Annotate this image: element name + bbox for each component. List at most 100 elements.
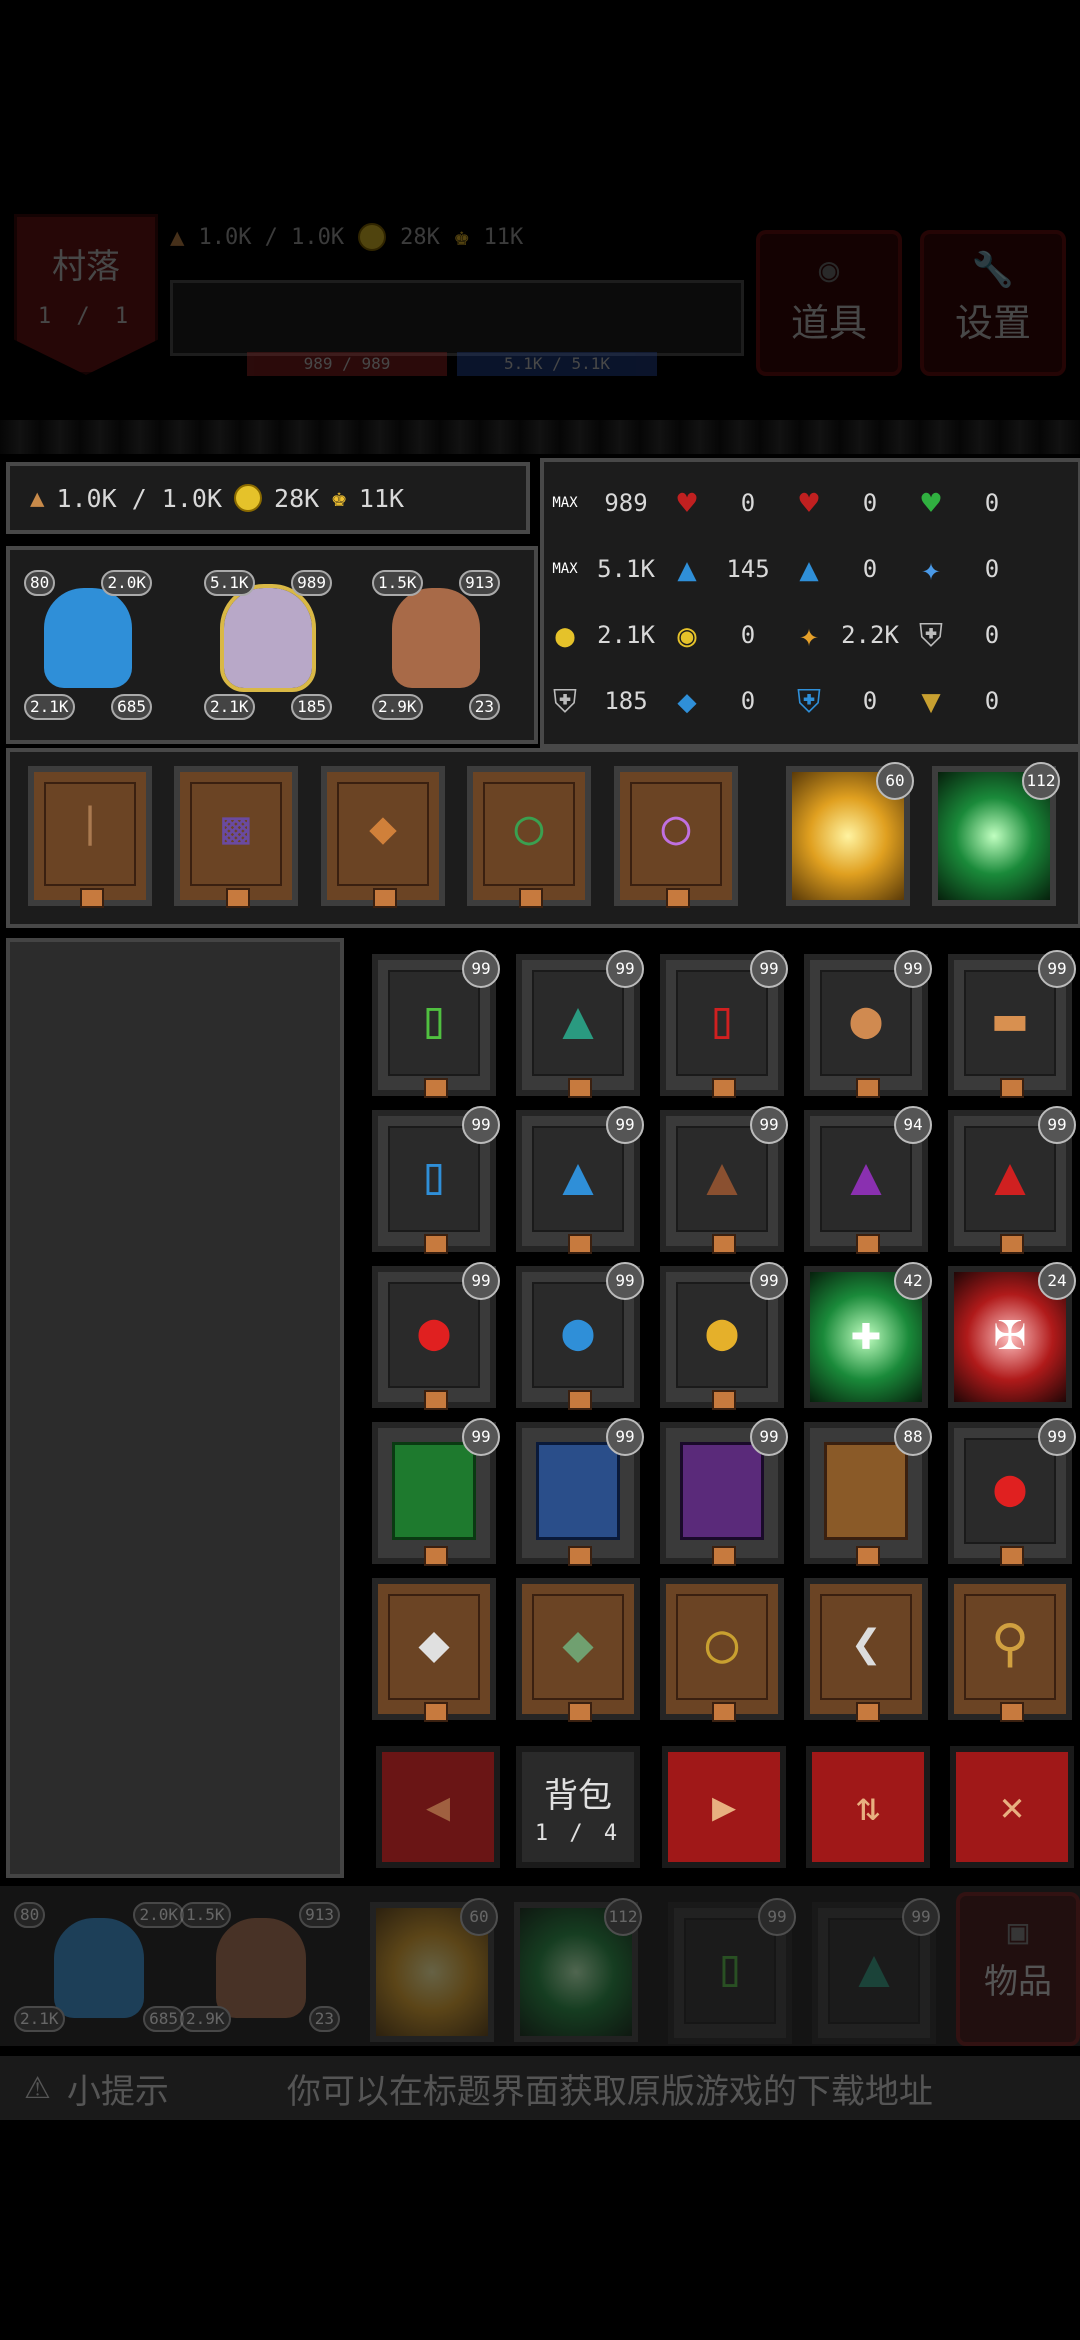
- inventory-slot[interactable]: ● 99: [516, 1262, 644, 1410]
- item-count: 99: [462, 950, 500, 988]
- stat-value: 0: [740, 621, 756, 649]
- red-flask-icon: ●: [418, 1302, 450, 1362]
- hero-card[interactable]: 5.1K 989 2.1K 185: [204, 570, 332, 720]
- slot-lock: [1000, 1546, 1024, 1566]
- hero-card[interactable]: 1.5K 913 2.9K 23: [180, 1902, 340, 2032]
- inventory-slot[interactable]: 99: [660, 1418, 788, 1566]
- prev-page-button[interactable]: ◀: [376, 1746, 500, 1868]
- hero-card[interactable]: 80 2.0K 2.1K 685: [14, 1902, 184, 2032]
- apple-icon: ●: [994, 1458, 1026, 1518]
- equip-slot-necklace[interactable]: ◯: [467, 766, 591, 908]
- settings-button[interactable]: 🔧 设置: [920, 230, 1066, 376]
- item-count: 99: [1038, 950, 1076, 988]
- inventory-slot[interactable]: 88: [804, 1418, 932, 1566]
- items-button[interactable]: ◉ 道具: [756, 230, 902, 376]
- inventory-slot[interactable]: ▯ 99: [372, 950, 500, 1098]
- hero-defense: 23: [468, 694, 500, 720]
- quick-item-slot[interactable]: ▲ 99: [812, 1898, 940, 2044]
- inventory-slot[interactable]: 99: [516, 1418, 644, 1566]
- slot-lock: [568, 1234, 592, 1254]
- equip-slot-ring[interactable]: ◯: [614, 766, 738, 908]
- item-count: 99: [750, 1418, 788, 1456]
- inventory-slot[interactable]: ⚲: [948, 1578, 1072, 1722]
- hero-hp: 913: [459, 570, 500, 596]
- items-tab-button[interactable]: ▣ 物品: [956, 1892, 1080, 2046]
- inventory-slot[interactable]: ▲ 99: [660, 1106, 788, 1254]
- inventory-slot[interactable]: ▯ 99: [660, 950, 788, 1098]
- hud-crowns: 11K: [483, 224, 524, 250]
- food-icon: ▲: [30, 484, 45, 512]
- close-icon: ✕: [999, 1784, 1025, 1830]
- village-label: 村落: [52, 247, 120, 287]
- sparkle-icon: ✦: [921, 550, 941, 588]
- inventory-slot[interactable]: ● 99: [372, 1262, 500, 1410]
- skill-slot-light[interactable]: 60: [370, 1898, 498, 2042]
- inventory-slot[interactable]: ▲ 99: [948, 1106, 1076, 1254]
- staff-icon: ⚲: [990, 1614, 1030, 1674]
- inventory-slot[interactable]: ◆: [372, 1578, 496, 1722]
- hero-portrait: [216, 1918, 306, 2018]
- inventory-slot[interactable]: ▬ 99: [948, 950, 1076, 1098]
- amber-gem-icon: [824, 1442, 908, 1540]
- stat-value: 0: [740, 489, 756, 517]
- skill-slot-light[interactable]: 60: [786, 762, 914, 906]
- necklace-icon: ◯: [515, 800, 543, 854]
- shield-icon: ⛨: [552, 682, 577, 720]
- inventory-slot[interactable]: ◯: [660, 1578, 784, 1722]
- inventory-slot[interactable]: ✚ 42: [804, 1262, 932, 1408]
- inventory-slot[interactable]: ● 99: [948, 1418, 1076, 1566]
- inventory-slot[interactable]: 99: [372, 1418, 500, 1566]
- max-mana-icon: MAX: [552, 561, 578, 577]
- hero-level: 80: [24, 570, 56, 596]
- inventory-slot[interactable]: ▯ 99: [372, 1106, 500, 1254]
- next-page-button[interactable]: ▶: [662, 1746, 786, 1868]
- equip-slot-weapon[interactable]: |: [28, 766, 152, 908]
- heal-sparkle-icon: ✚: [850, 1302, 882, 1362]
- inventory-slot[interactable]: ❮: [804, 1578, 928, 1722]
- inventory-slot[interactable]: ◆: [516, 1578, 640, 1722]
- village-banner[interactable]: 村落 1 / 1: [14, 214, 158, 375]
- inventory-slot[interactable]: ▲ 99: [516, 950, 644, 1098]
- arrow-left-icon: ◀: [425, 1784, 451, 1830]
- hero-card[interactable]: 80 2.0K 2.1K 685: [24, 570, 152, 720]
- inventory-slot[interactable]: ▲ 94: [804, 1106, 932, 1254]
- hero-card[interactable]: 1.5K 913 2.9K 23: [372, 570, 500, 720]
- inventory-slot[interactable]: ✠ 24: [948, 1262, 1076, 1408]
- hp-bar: 989 / 989: [247, 352, 447, 376]
- settings-button-label: 设置: [954, 301, 1031, 345]
- inventory-slot[interactable]: ▲ 99: [516, 1106, 644, 1254]
- stats-row-attack: ● 2.1K ◉ 0 ✦ 2.2K ⛨ 0: [544, 602, 1078, 668]
- equip-slot-book[interactable]: ▩: [174, 766, 298, 908]
- items-tab-label: 物品: [984, 1962, 1052, 2002]
- tip-label: 小提示: [66, 2071, 169, 2112]
- stats-row-defense: ⛨ 185 ◆ 0 ⛨ 0 ▼ 0: [544, 668, 1078, 734]
- stat-value: 5.1K: [597, 555, 655, 583]
- hud-message-box: [170, 280, 744, 356]
- mana-regen-icon: ▲: [799, 550, 819, 588]
- slot-lock: [424, 1702, 448, 1722]
- item-count: 99: [902, 1898, 940, 1936]
- equip-slot-armor[interactable]: ◆: [321, 766, 445, 908]
- quick-item-slot[interactable]: ▯ 99: [668, 1898, 796, 2044]
- inventory-slot[interactable]: ● 99: [804, 950, 932, 1098]
- mp-bar: 5.1K / 5.1K: [457, 352, 657, 376]
- slot-lock: [424, 1390, 448, 1410]
- hero-defense: 685: [111, 694, 152, 720]
- skill-slot-wind[interactable]: 112: [514, 1898, 642, 2042]
- hero-defense: 23: [308, 2006, 340, 2032]
- item-count: 99: [462, 1106, 500, 1144]
- close-button[interactable]: ✕: [950, 1746, 1074, 1868]
- mana-plus-icon: ▲: [677, 550, 697, 588]
- inventory-slot[interactable]: ● 99: [660, 1262, 788, 1410]
- stat-value: 0: [984, 489, 1000, 517]
- skill-slot-wind[interactable]: 112: [932, 762, 1060, 906]
- hero-party: 80 2.0K 2.1K 685 5.1K 989 2.1K 185 1.5K …: [6, 546, 538, 744]
- crown-icon: ♚: [331, 483, 347, 513]
- warning-icon: ⚠: [24, 2070, 51, 2106]
- stat-value: 989: [604, 489, 648, 517]
- item-count: 99: [606, 1418, 644, 1456]
- skill-count: 60: [876, 762, 914, 800]
- sort-button[interactable]: ⇅: [806, 1746, 930, 1868]
- bag-page: 1 / 4: [534, 1821, 622, 1846]
- item-count: 24: [1038, 1262, 1076, 1300]
